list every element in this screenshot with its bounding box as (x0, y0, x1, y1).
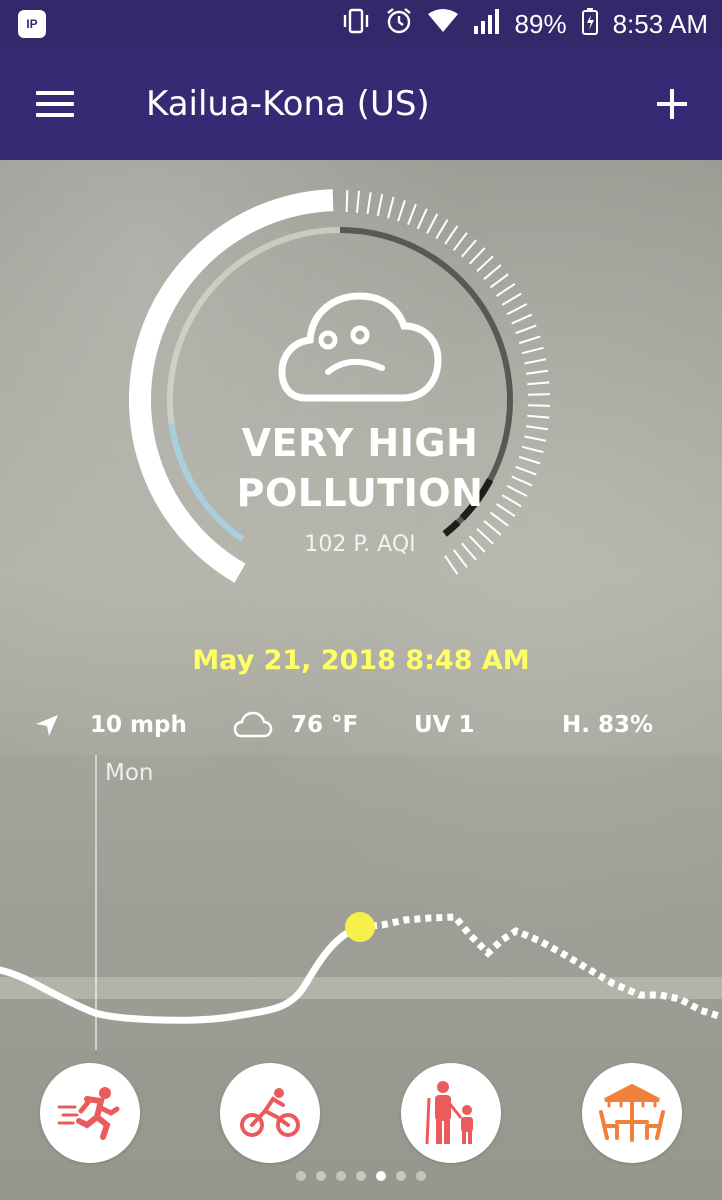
current-point[interactable] (345, 912, 375, 942)
clock: 8:53 AM (612, 8, 708, 39)
family-icon (425, 1081, 473, 1145)
gauge-tick (468, 247, 486, 265)
uv-metric: UV 1 (414, 712, 475, 738)
gauge-tick (526, 369, 549, 375)
gauge-tick (397, 199, 406, 222)
gauge-tick (527, 381, 550, 386)
gauge-tick (521, 445, 544, 454)
gauge-tick (461, 239, 477, 258)
gauge-tick (511, 313, 533, 325)
vibrate-icon (341, 7, 371, 42)
gauge-tick (489, 273, 509, 289)
app-notification-icon: IP (18, 10, 46, 38)
gauge-tick (524, 358, 547, 365)
location-title[interactable]: Kailua-Kona (US) (110, 84, 622, 124)
temperature-metric: 76 °F (233, 711, 358, 739)
page-dot[interactable] (336, 1171, 346, 1181)
signal-icon (473, 8, 501, 41)
runner-icon (57, 1087, 120, 1140)
gauge-tick (345, 190, 349, 213)
hamburger-icon (36, 84, 74, 124)
page-indicator (0, 1171, 722, 1181)
page-dot[interactable] (316, 1171, 326, 1181)
wifi-icon (427, 8, 459, 41)
sensitive-groups-activity-button[interactable] (401, 1063, 501, 1163)
gauge-tick (496, 282, 516, 297)
wind-metric: 10 mph (34, 712, 187, 738)
gauge-tick (501, 292, 522, 306)
battery-charging-icon (581, 7, 599, 42)
gauge-tick (407, 203, 417, 226)
gauge-tick (524, 435, 547, 442)
wind-speed: 10 mph (90, 712, 187, 738)
gauge-tick (518, 455, 541, 465)
page-dot[interactable] (296, 1171, 306, 1181)
parasol-table-icon (599, 1083, 665, 1142)
gauge-tick (356, 190, 360, 213)
day-label: Mon (105, 760, 154, 786)
status-bar: IP 89% 8:53 AM (0, 0, 722, 48)
gauge-tick (416, 208, 428, 230)
aqi-value: 102 P. AQI (304, 532, 416, 557)
pollution-status: VERY HIGH POLLUTION (200, 418, 520, 518)
humidity-metric: H. 83% (562, 712, 653, 738)
temperature-value: 76 °F (291, 712, 359, 738)
gauge-tick (426, 213, 439, 234)
gauge-tick (435, 219, 449, 240)
sad-cloud-icon (278, 292, 442, 402)
page-dot[interactable] (416, 1171, 426, 1181)
gauge-tick (527, 393, 550, 396)
gauge-tick (521, 346, 544, 355)
alarm-icon (385, 7, 413, 42)
gauge-tick (527, 404, 550, 407)
gauge-tick (376, 194, 384, 217)
gauge-tick (452, 232, 468, 251)
weather-metrics: 10 mph 76 °F UV 1 H. 83% (0, 700, 722, 750)
gauge-tick (366, 192, 372, 215)
cloud-icon (233, 711, 273, 738)
gauge-tick (444, 225, 459, 245)
gauge-tick (476, 255, 494, 273)
outdoor-dining-activity-button[interactable] (582, 1063, 682, 1163)
app-bar: Kailua-Kona (US) (0, 48, 722, 160)
gauge-tick (518, 335, 541, 345)
gauge-tick (506, 303, 528, 315)
page-dot[interactable] (356, 1171, 366, 1181)
uv-value: UV 1 (414, 712, 475, 738)
plus-icon (657, 89, 687, 119)
gauge-tick (444, 555, 459, 575)
gauge-tick (387, 196, 395, 219)
last-updated: May 21, 2018 8:48 AM (192, 645, 530, 676)
gauge-tick (483, 264, 502, 280)
forecast-chart[interactable] (0, 755, 722, 1055)
cycling-activity-button[interactable] (220, 1063, 320, 1163)
battery-percent: 89% (514, 8, 567, 39)
gauge-tick (527, 414, 550, 419)
gauge-tick (515, 324, 537, 335)
running-activity-button[interactable] (40, 1063, 140, 1163)
add-location-button[interactable] (622, 48, 722, 160)
menu-button[interactable] (0, 48, 110, 160)
pollution-status-line2: POLLUTION (236, 471, 484, 515)
pollution-status-line1: VERY HIGH (241, 421, 479, 465)
wind-direction-icon (36, 715, 58, 736)
page-dot[interactable] (396, 1171, 406, 1181)
gauge-tick (526, 425, 549, 431)
cyclist-icon (240, 1088, 300, 1137)
page-dot-active[interactable] (376, 1171, 386, 1181)
humidity-value: H. 83% (562, 712, 654, 738)
